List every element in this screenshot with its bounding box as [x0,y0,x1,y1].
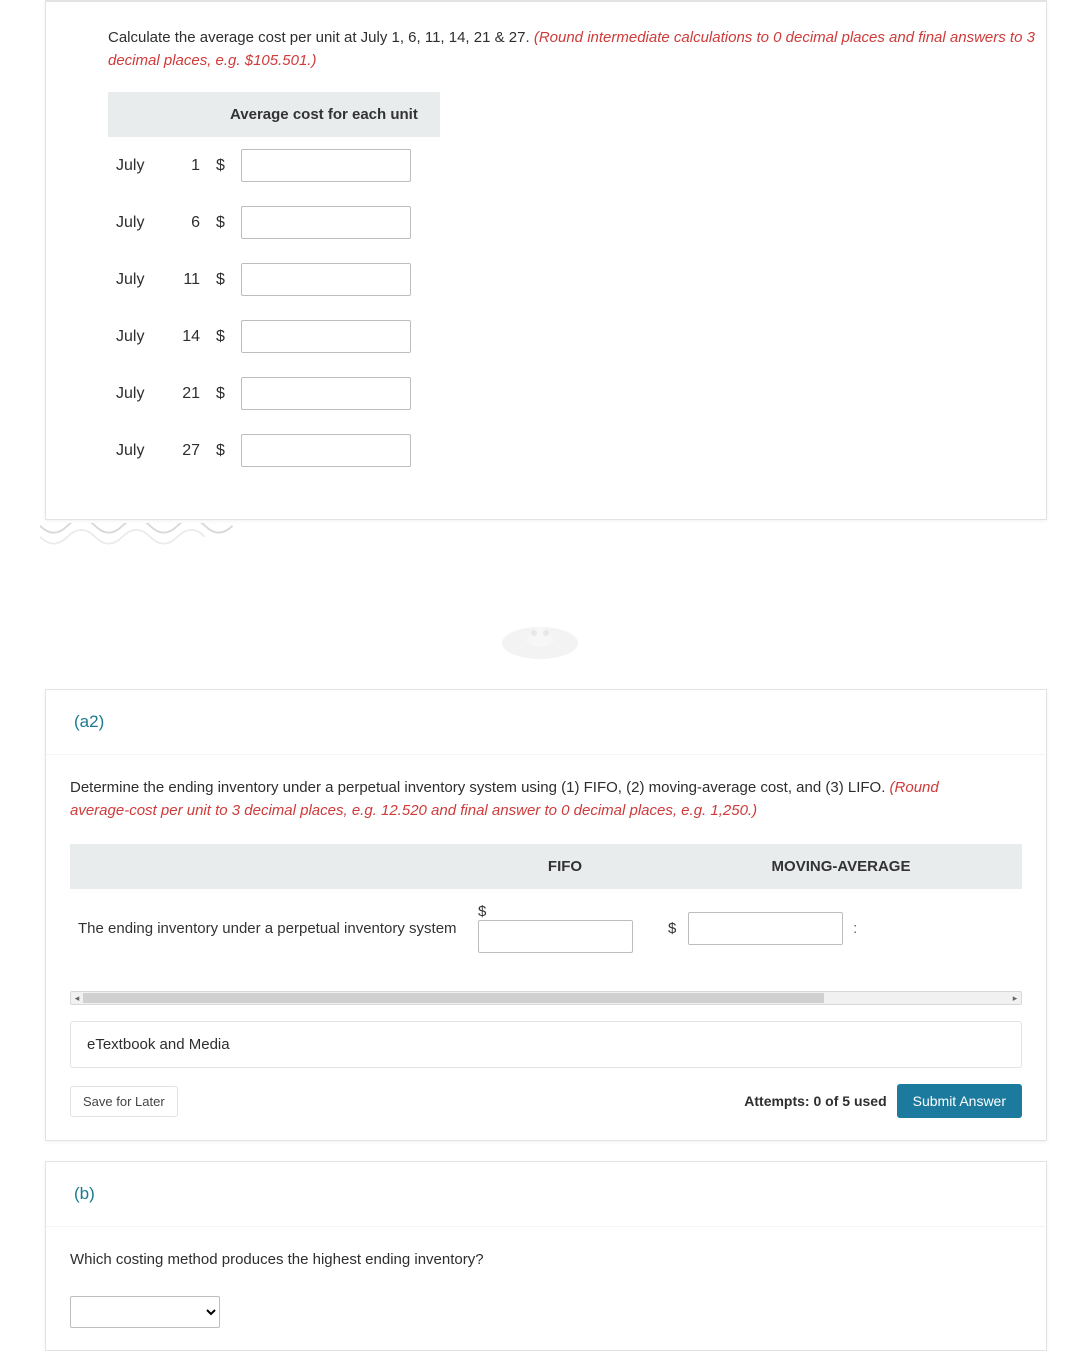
avg-cost-input-july-21[interactable] [241,377,411,410]
a2-header: (a2) [46,690,1046,755]
avg-cost-table: Average cost for each unit July 1 $ July… [108,92,440,479]
currency-label: $ [208,308,233,365]
scroll-right-icon[interactable]: ▸ [1009,992,1021,1004]
torn-edge-icon [40,523,233,545]
a1-prompt-black: Calculate the average cost per unit at J… [108,29,534,46]
footer-row: Save for Later Attempts: 0 of 5 used Sub… [70,1084,1022,1118]
day-label: 21 [168,365,208,422]
avg-cost-input-july-27[interactable] [241,434,411,467]
horizontal-scrollbar[interactable]: ◂ ▸ [70,991,1022,1005]
a1-prompt: Calculate the average cost per unit at J… [108,27,1046,72]
section-b-panel: (b) Which costing method produces the hi… [45,1161,1047,1351]
avg-cost-input-july-11[interactable] [241,263,411,296]
truncated-currency-icon: : [847,920,857,937]
table-row: July 21 $ [108,365,440,422]
day-label: 6 [168,194,208,251]
currency-label: $ [208,137,233,194]
month-label: July [108,308,168,365]
month-label: July [108,137,168,194]
b-prompt: Which costing method produces the highes… [70,1249,1022,1272]
table-row: July 6 $ [108,194,440,251]
attempts-label: Attempts: 0 of 5 used [744,1093,886,1109]
fifo-header: FIFO [470,844,660,889]
month-label: July [108,194,168,251]
section-a2-panel: (a2) Determine the ending inventory unde… [45,689,1047,1141]
a2-prompt-black: Determine the ending inventory under a p… [70,779,890,796]
avg-cost-header: Average cost for each unit [208,92,440,137]
table-row: July 14 $ [108,308,440,365]
submit-answer-button[interactable]: Submit Answer [897,1084,1022,1118]
ending-inv-label: The ending inventory under a perpetual i… [70,889,470,967]
currency-label: $ [208,194,233,251]
moving-avg-input[interactable] [688,912,843,945]
month-label: July [108,422,168,479]
currency-label: $ [668,920,684,937]
perpetual-table: FIFO MOVING-AVERAGE The ending inventory… [70,844,1022,967]
scroll-thumb[interactable] [83,993,824,1003]
a2-prompt: Determine the ending inventory under a p… [70,777,1022,822]
save-for-later-button[interactable]: Save for Later [70,1086,178,1117]
month-label: July [108,251,168,308]
table-row: July 1 $ [108,137,440,194]
table-row: July 11 $ [108,251,440,308]
avg-cost-input-july-6[interactable] [241,206,411,239]
currency-label: $ [478,903,494,920]
day-label: 1 [168,137,208,194]
fifo-input[interactable] [478,920,633,953]
currency-label: $ [208,251,233,308]
currency-label: $ [208,365,233,422]
table-header-blank [108,92,208,137]
moving-avg-header: MOVING-AVERAGE [660,844,1022,889]
scroll-left-icon[interactable]: ◂ [71,992,83,1004]
b-header: (b) [46,1162,1046,1227]
avg-cost-input-july-1[interactable] [241,149,411,182]
day-label: 11 [168,251,208,308]
section-a1-panel: Calculate the average cost per unit at J… [45,0,1047,520]
avg-cost-input-july-14[interactable] [241,320,411,353]
table-row: The ending inventory under a perpetual i… [70,889,1022,967]
month-label: July [108,365,168,422]
costing-method-select[interactable] [70,1296,220,1328]
table-row: July 27 $ [108,422,440,479]
currency-label: $ [208,422,233,479]
day-label: 14 [168,308,208,365]
blank-header [70,844,470,889]
scroll-track[interactable] [83,993,1009,1003]
day-label: 27 [168,422,208,479]
etextbook-button[interactable]: eTextbook and Media [70,1021,1022,1068]
